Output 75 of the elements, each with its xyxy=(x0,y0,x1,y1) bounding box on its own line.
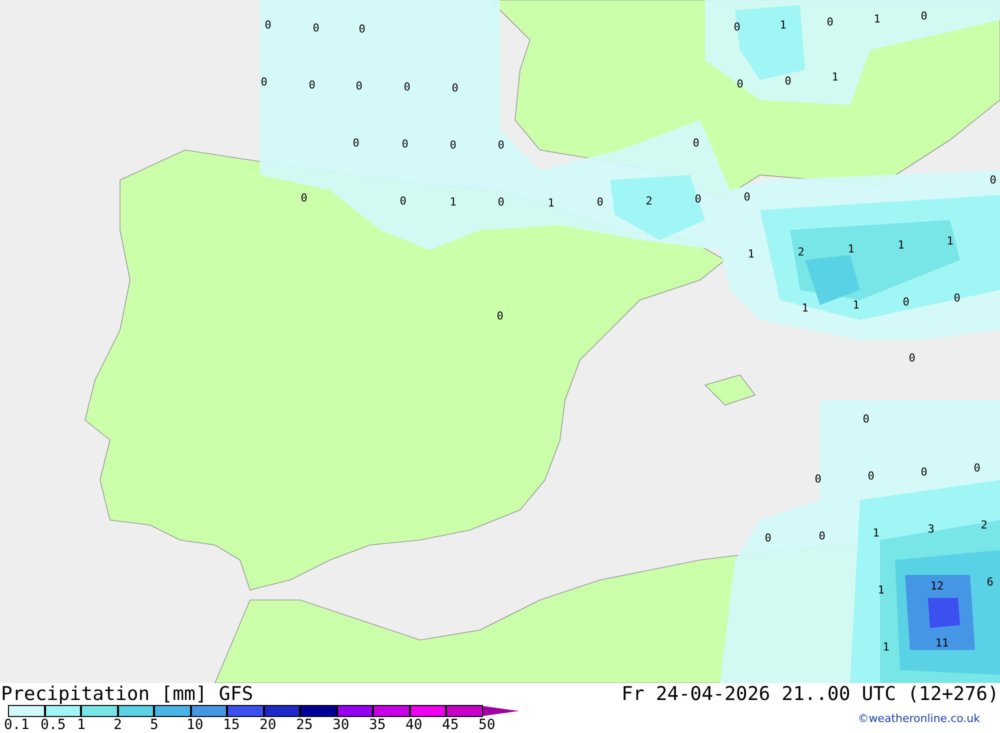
legend-label: 10 xyxy=(186,717,204,733)
contour-value: 0 xyxy=(920,466,928,478)
model-name: GFS xyxy=(218,684,254,704)
legend-label: 20 xyxy=(260,717,278,733)
contour-value: 0 xyxy=(260,76,268,88)
contour-value: 1 xyxy=(874,14,880,24)
contour-value: 1 xyxy=(450,196,456,208)
contour-value: 0 xyxy=(496,310,504,322)
contour-value: 2 xyxy=(980,520,988,530)
legend-label: 1 xyxy=(77,717,86,733)
chart-title: Precipitation [mm] xyxy=(1,684,207,704)
contour-value: 0 xyxy=(402,138,408,150)
contour-value: 0 xyxy=(308,80,316,90)
contour-value: 1 xyxy=(946,236,954,246)
contour-value: 1 xyxy=(848,244,854,254)
contour-value: 12 xyxy=(930,580,944,592)
contour-value: 0 xyxy=(694,194,702,204)
contour-value: 0 xyxy=(862,414,870,424)
legend-label: 0.1 xyxy=(4,717,30,733)
contour-value: 1 xyxy=(878,584,884,596)
contour-value: 0 xyxy=(784,76,792,86)
contour-value: 1 xyxy=(898,240,904,250)
contour-value: 0 xyxy=(920,10,928,22)
contour-value: 0 xyxy=(736,78,744,90)
contour-value: 0 xyxy=(596,196,604,208)
contour-value: 0 xyxy=(352,138,360,148)
contour-value: 2 xyxy=(798,246,804,258)
contour-value: 0 xyxy=(974,462,980,474)
contour-value: 3 xyxy=(928,524,934,534)
legend-label: 35 xyxy=(369,717,387,733)
contour-value: 1 xyxy=(548,198,554,208)
contour-value: 0 xyxy=(764,532,772,544)
legend-label: 40 xyxy=(406,717,424,733)
contour-value: 0 xyxy=(990,174,996,186)
legend-label: 25 xyxy=(296,717,314,733)
contour-value: 0 xyxy=(404,82,410,92)
contour-value: 2 xyxy=(646,196,652,206)
contour-value: 0 xyxy=(450,140,456,150)
contour-value: 1 xyxy=(780,20,786,30)
credit-link[interactable]: ©weatheronline.co.uk xyxy=(858,711,980,728)
forecast-date: Fr 24-04-2026 21..00 UTC (12+276) xyxy=(622,684,999,704)
contour-value: 0 xyxy=(954,292,960,304)
contour-value: 0 xyxy=(498,140,504,150)
contour-value: 0 xyxy=(452,82,458,94)
contour-value: 11 xyxy=(935,638,949,648)
contour-value: 0 xyxy=(400,196,406,206)
contour-value: 0 xyxy=(826,16,834,28)
contour-value: 0 xyxy=(902,296,910,308)
contour-value: 0 xyxy=(734,22,740,32)
contour-value: 0 xyxy=(498,196,504,208)
legend-label: 15 xyxy=(223,717,241,733)
contour-value: 0 xyxy=(908,352,916,364)
contour-value: 0 xyxy=(312,22,320,34)
contour-value: 0 xyxy=(868,470,874,482)
contour-value: 1 xyxy=(802,302,808,314)
contour-value: 6 xyxy=(986,576,994,588)
legend-label: 2 xyxy=(114,717,123,733)
contour-value: 1 xyxy=(832,72,838,82)
contour-value: 0 xyxy=(358,24,366,34)
contour-value: 0 xyxy=(692,138,700,148)
legend-label: 0.5 xyxy=(40,717,67,733)
contour-value: 0 xyxy=(814,474,822,484)
legend-label: 50 xyxy=(478,717,496,733)
legend-label: 45 xyxy=(442,717,460,733)
contour-value: 1 xyxy=(748,248,754,260)
contour-value: 0 xyxy=(818,530,826,542)
contour-value: 0 xyxy=(264,20,272,30)
contour-value: 0 xyxy=(356,80,362,92)
contour-value: 1 xyxy=(882,642,890,652)
contour-value: 0 xyxy=(744,192,750,202)
contour-value: 1 xyxy=(872,528,880,538)
legend-label: 5 xyxy=(150,717,160,733)
contour-value: 1 xyxy=(852,300,860,310)
legend-label: 30 xyxy=(332,717,350,733)
contour-value: 0 xyxy=(300,192,308,204)
